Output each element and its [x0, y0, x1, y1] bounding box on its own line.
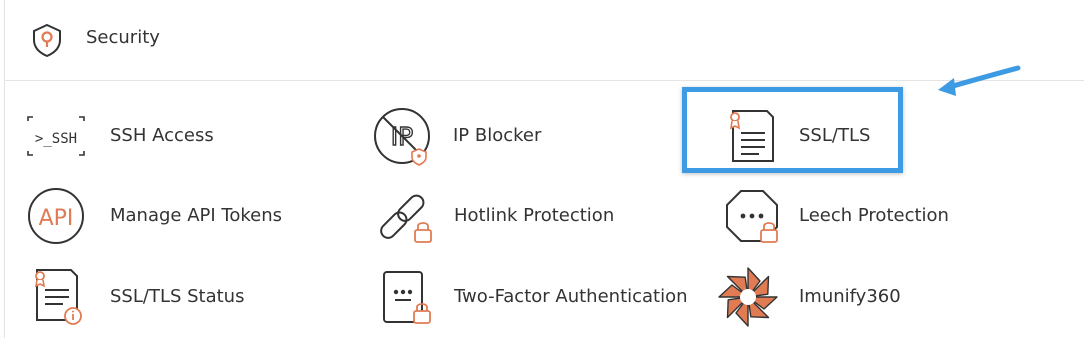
- imunify360-logo-icon: [718, 267, 778, 327]
- item-label-hotlink-protection: Hotlink Protection: [454, 205, 615, 226]
- imunify360-item[interactable]: Imunify360: [715, 264, 935, 330]
- section-header[interactable]: Security: [5, 0, 1084, 81]
- ssl-tls-status-item[interactable]: SSL/TLS Status: [23, 264, 283, 330]
- item-label-ip-blocker: IP Blocker: [453, 125, 542, 146]
- hotlink-protection-item[interactable]: Hotlink Protection: [373, 183, 663, 249]
- ssh-terminal-icon: >_SSH: [27, 116, 85, 156]
- item-label-ssl-tls-status: SSL/TLS Status: [110, 286, 245, 307]
- svg-text:IP: IP: [391, 122, 413, 151]
- two-factor-lock-icon: [383, 271, 431, 324]
- svg-text:API: API: [39, 206, 74, 231]
- chain-link-lock-icon: [380, 194, 432, 243]
- ip-blocker-icon: IP: [374, 108, 430, 166]
- item-label-imunify360: Imunify360: [799, 286, 901, 307]
- svg-text:>_SSH: >_SSH: [35, 131, 77, 147]
- certificate-status-icon: [34, 269, 82, 325]
- api-icon: API: [28, 188, 84, 244]
- item-label-two-factor-authentication: Two-Factor Authentication: [454, 286, 688, 307]
- item-label-ssh-access: SSH Access: [110, 125, 214, 146]
- ssl-tls-highlight-box: [682, 87, 903, 173]
- octagon-lock-icon: [726, 190, 778, 243]
- leech-protection-item[interactable]: Leech Protection: [719, 183, 979, 249]
- item-label-leech-protection: Leech Protection: [799, 205, 949, 226]
- manage-api-tokens-item[interactable]: API Manage API Tokens: [23, 183, 313, 249]
- security-panel: Security >_SSH SSH Access IP IP Blocker: [4, 0, 1084, 338]
- ip-blocker-item[interactable]: IP IP Blocker: [369, 103, 629, 169]
- section-title: Security: [86, 27, 160, 48]
- two-factor-authentication-item[interactable]: Two-Factor Authentication: [373, 264, 703, 330]
- ssh-access-item[interactable]: >_SSH SSH Access: [23, 103, 283, 169]
- item-label-manage-api-tokens: Manage API Tokens: [110, 205, 283, 226]
- shield-icon: [33, 23, 61, 57]
- pointer-arrow-icon: [938, 65, 1021, 96]
